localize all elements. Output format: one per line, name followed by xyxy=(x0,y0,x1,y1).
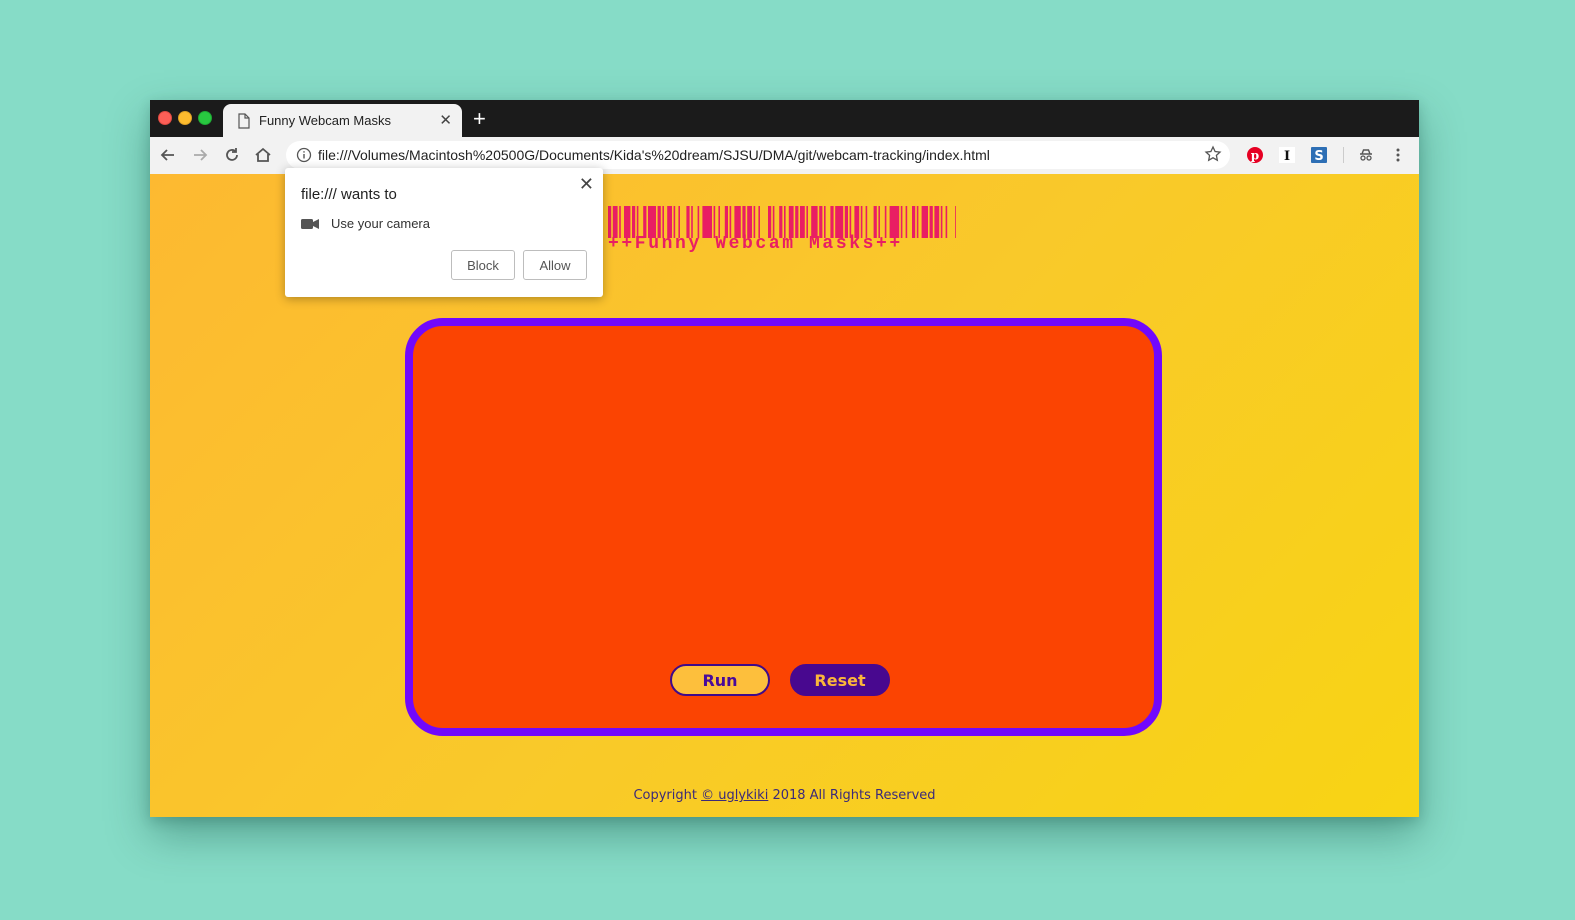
footer: Copyright © uglykiki 2018 All Rights Res… xyxy=(150,788,1419,803)
reload-icon[interactable] xyxy=(222,145,242,165)
info-icon[interactable] xyxy=(296,147,312,163)
home-icon[interactable] xyxy=(253,145,273,165)
tab-close-icon[interactable]: ✕ xyxy=(439,111,452,129)
popup-title: file:/// wants to xyxy=(301,186,397,203)
permission-text: Use your camera xyxy=(331,216,430,231)
toolbar-divider xyxy=(1343,147,1344,163)
address-bar[interactable]: file:///Volumes/Macintosh%20500G/Documen… xyxy=(286,141,1230,169)
close-icon[interactable]: ✕ xyxy=(579,174,594,195)
footer-prefix: Copyright xyxy=(633,788,702,803)
footer-suffix: 2018 All Rights Reserved xyxy=(768,788,936,803)
menu-dots-icon[interactable] xyxy=(1389,146,1407,164)
tab-funny-webcam-masks[interactable]: Funny Webcam Masks ✕ xyxy=(223,104,462,137)
arrow-right-icon[interactable] xyxy=(190,145,210,165)
arrow-left-icon[interactable] xyxy=(158,145,178,165)
allow-button[interactable]: Allow xyxy=(523,250,587,280)
footer-link[interactable]: © uglykiki xyxy=(701,788,768,803)
svg-text:I: I xyxy=(1284,149,1290,164)
page-subtitle: ++Funny Webcam Masks++ xyxy=(608,234,903,254)
url-text: file:///Volumes/Macintosh%20500G/Documen… xyxy=(318,147,990,163)
svg-text:S: S xyxy=(1314,149,1323,164)
title-bar: Funny Webcam Masks ✕ + xyxy=(150,100,1419,137)
webcam-stage: Run Reset xyxy=(405,318,1162,736)
document-icon xyxy=(238,113,250,129)
pinterest-icon[interactable]: p xyxy=(1246,146,1264,164)
tab-title: Funny Webcam Masks xyxy=(259,113,391,128)
star-icon[interactable] xyxy=(1204,145,1222,163)
permission-popup: file:/// wants to ✕ Use your camera Bloc… xyxy=(285,168,603,297)
maximize-window-button[interactable] xyxy=(198,111,212,125)
svg-text:p: p xyxy=(1251,149,1259,163)
run-button[interactable]: Run xyxy=(670,664,770,696)
camera-icon xyxy=(301,219,319,229)
instapaper-icon[interactable]: I xyxy=(1278,146,1296,164)
extension-s-icon[interactable]: S xyxy=(1310,146,1328,164)
new-tab-button[interactable]: + xyxy=(473,106,486,132)
incognito-icon[interactable] xyxy=(1357,146,1375,164)
block-button[interactable]: Block xyxy=(451,250,515,280)
close-window-button[interactable] xyxy=(158,111,172,125)
minimize-window-button[interactable] xyxy=(178,111,192,125)
reset-button[interactable]: Reset xyxy=(790,664,890,696)
